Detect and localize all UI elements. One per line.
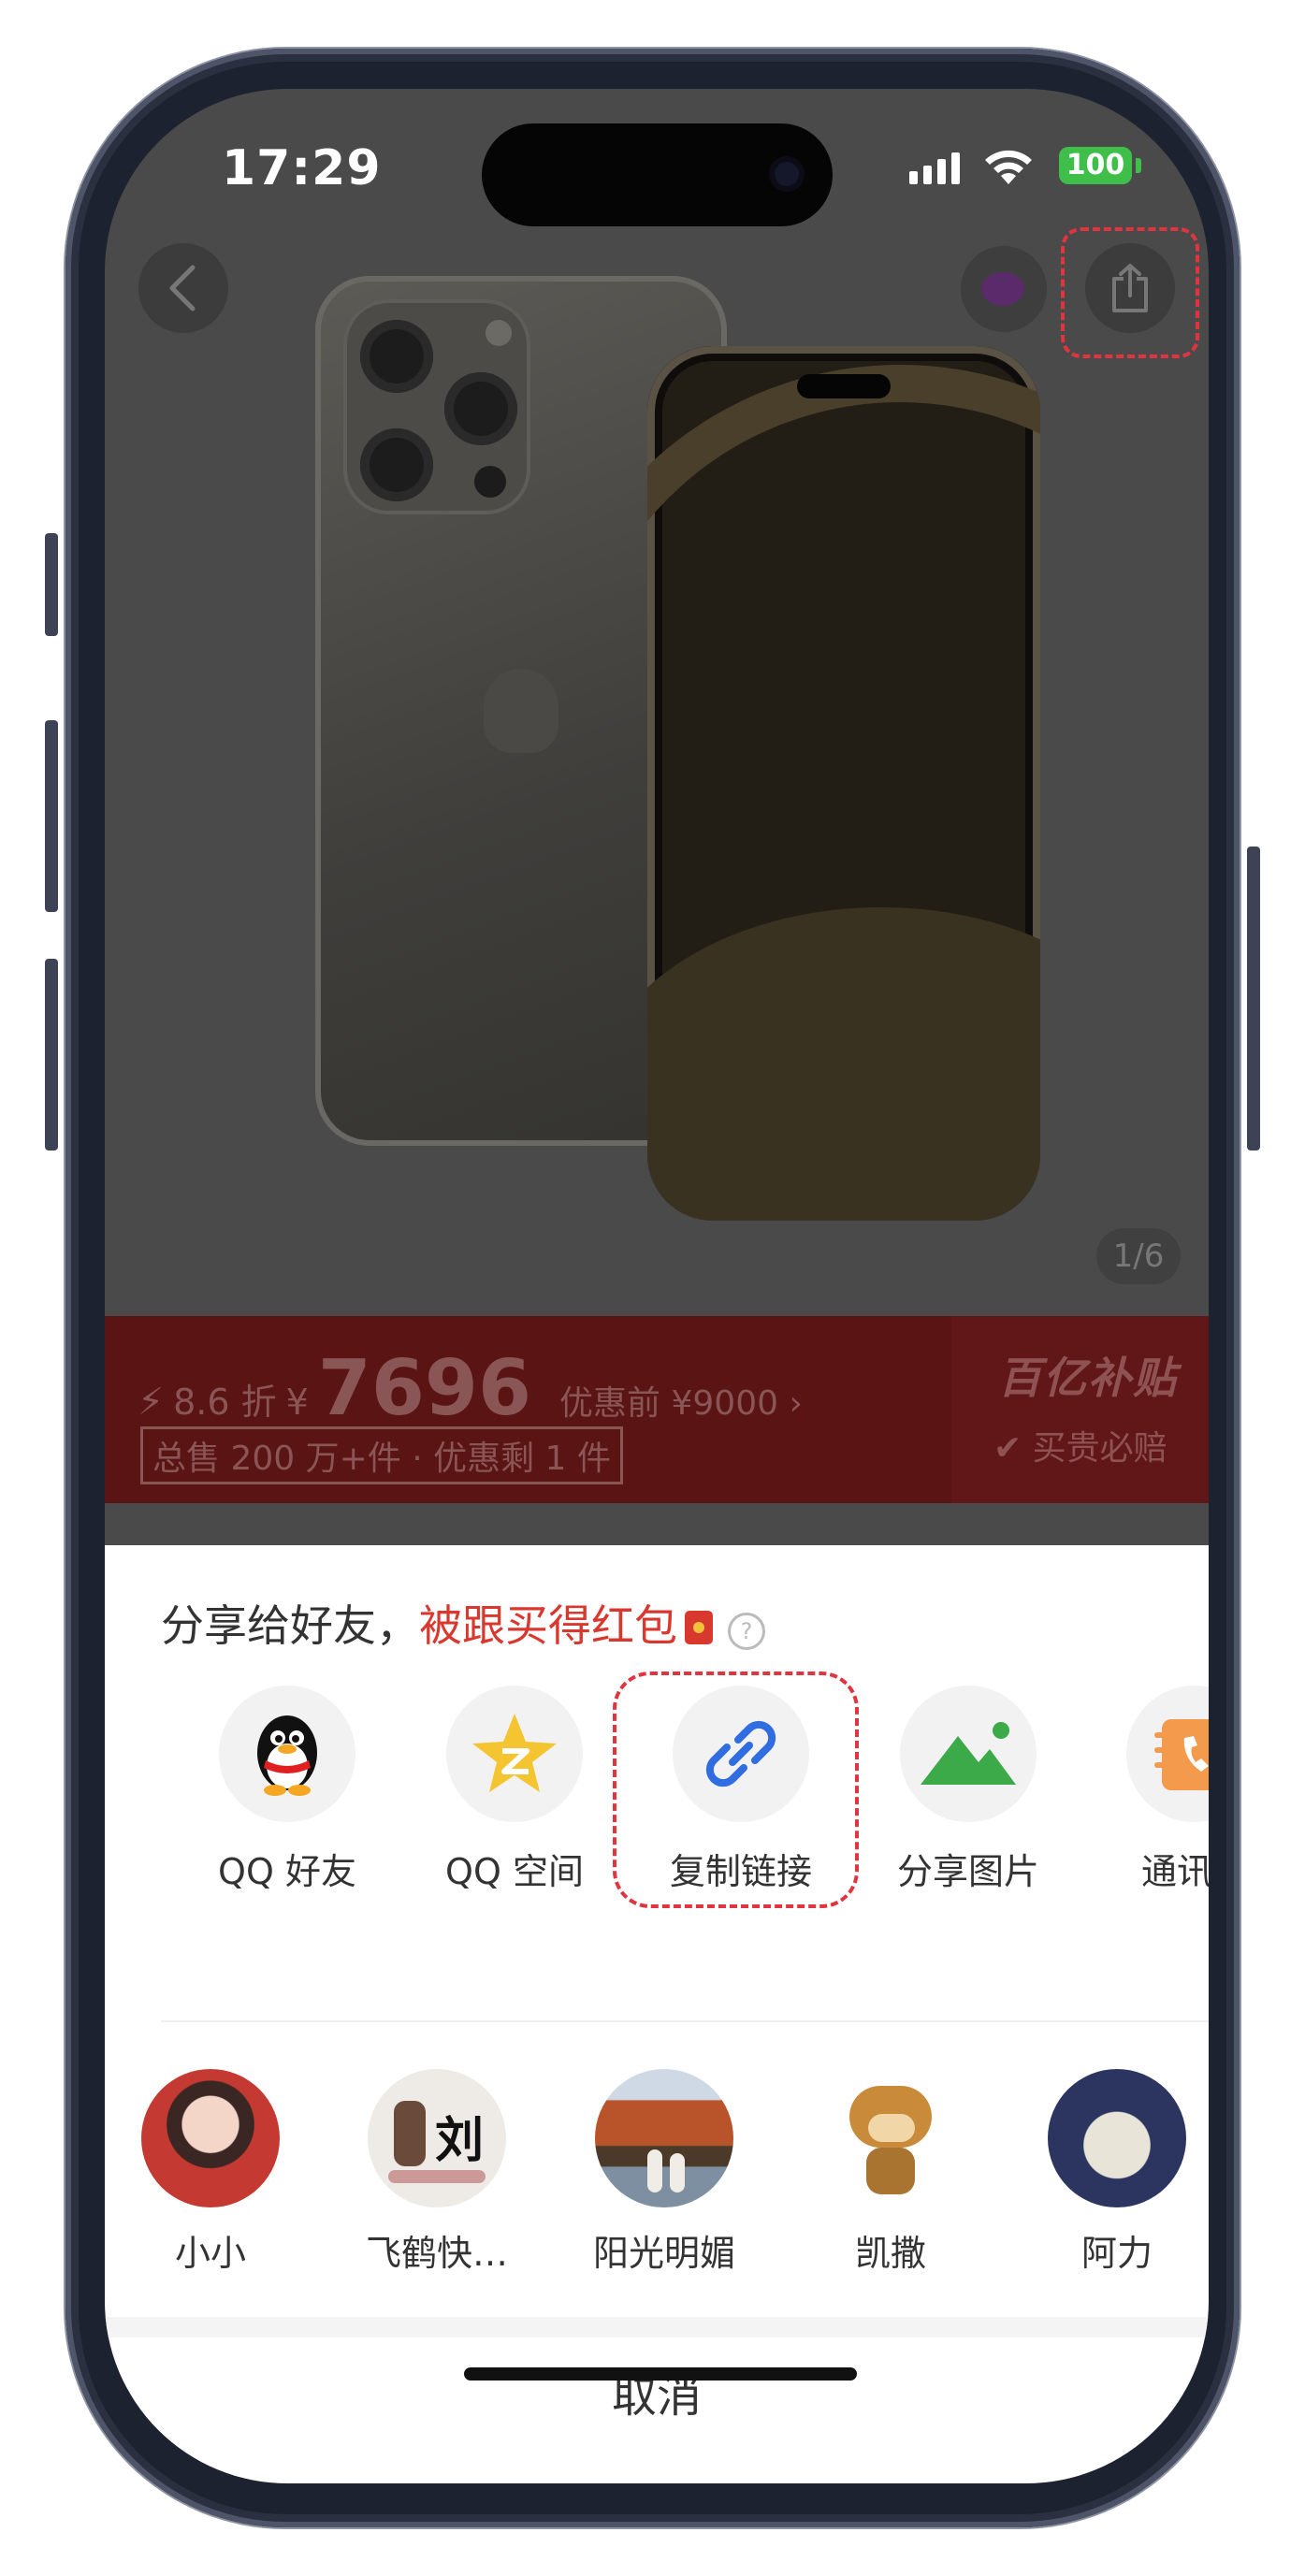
- share-app-label: QQ 空间: [445, 1851, 584, 1892]
- phone-screen: 17:29 100 1/6 ⚡ 8.6 折 ¥ 7696 优惠前 ¥9000 ›…: [105, 89, 1209, 2483]
- share-app-qzone[interactable]: QQ 空间: [402, 1686, 627, 1894]
- share-app-qq-friends[interactable]: QQ 好友: [175, 1686, 399, 1894]
- friend-name: 阳光明媚: [592, 2233, 735, 2274]
- currency-symbol: ¥: [285, 1382, 309, 1423]
- friend-contact[interactable]: 阿力: [1005, 2069, 1209, 2276]
- chevron-left-icon: [169, 265, 196, 311]
- friend-avatar: 刘: [368, 2069, 506, 2207]
- sales-tag: 总售 200 万+件 · 优惠剩 1 件: [140, 1426, 623, 1484]
- battery-indicator: 100: [1059, 147, 1132, 184]
- sheet-separator: [105, 2317, 1209, 2337]
- favorite-button[interactable]: [961, 246, 1047, 332]
- share-app-label: 分享图片: [896, 1851, 1039, 1892]
- friend-name: 飞鹤快…: [365, 2233, 508, 2274]
- status-time: 17:29: [222, 140, 382, 196]
- shield-check-icon: ✔: [993, 1429, 1022, 1468]
- image-mountain-icon: [900, 1686, 1037, 1822]
- friend-avatar: [821, 2069, 960, 2207]
- back-button[interactable]: [138, 243, 228, 333]
- qzone-star-icon: [446, 1686, 583, 1822]
- bolt-icon: ⚡: [138, 1381, 165, 1424]
- help-icon[interactable]: ?: [728, 1613, 765, 1650]
- front-camera-icon: [769, 156, 805, 192]
- apple-logo-icon: [484, 669, 558, 753]
- share-app-label: 通讯录: [1140, 1851, 1209, 1892]
- friend-contact[interactable]: 阳光明媚: [552, 2069, 776, 2276]
- product-image-front: [647, 346, 1040, 1221]
- friend-name: 小小: [174, 2233, 246, 2274]
- power-button: [1247, 847, 1260, 1151]
- dynamic-island: [482, 123, 833, 226]
- price-banner: ⚡ 8.6 折 ¥ 7696 优惠前 ¥9000 › 总售 200 万+件 · …: [105, 1316, 1209, 1503]
- subsidy-brand: 百亿补贴: [998, 1353, 1178, 1403]
- image-page-indicator: 1/6: [1096, 1228, 1181, 1284]
- battery-tip: [1136, 158, 1141, 173]
- friend-avatar: [141, 2069, 280, 2207]
- original-price-link[interactable]: 优惠前 ¥9000 ›: [559, 1376, 803, 1425]
- heart-icon: [981, 272, 1024, 306]
- share-button-highlight: [1061, 227, 1199, 358]
- friend-contact[interactable]: 凯撒: [778, 2069, 1003, 2276]
- camera-module: [343, 299, 530, 514]
- guarantee-label: ✔ 买贵必赔: [993, 1421, 1167, 1469]
- discount-label: 8.6 折: [173, 1382, 277, 1423]
- price-value: 7696: [317, 1344, 532, 1433]
- subsidy-panel: 百亿补贴 ✔ 买贵必赔: [951, 1316, 1209, 1503]
- red-envelope-icon: [685, 1611, 713, 1644]
- recent-friends-row: 小小 刘 飞鹤快… 阳光明媚 凯撒 阿力: [105, 2069, 1209, 2275]
- friend-contact[interactable]: 小小: [105, 2069, 323, 2276]
- home-indicator[interactable]: [464, 2367, 857, 2381]
- guarantee-text: 买贵必赔: [1032, 1429, 1167, 1468]
- friend-contact[interactable]: 刘 飞鹤快…: [325, 2069, 549, 2276]
- cellular-signal-icon: [909, 152, 960, 184]
- share-title-prefix: 分享给好友，: [161, 1600, 419, 1651]
- friend-avatar: [595, 2069, 733, 2207]
- share-title-highlight: 被跟买得红包: [419, 1600, 677, 1651]
- share-sheet: 分享给好友，被跟买得红包? QQ 好友 QQ 空间 复制链接 分享图片 通讯 小…: [105, 1545, 1209, 2483]
- qq-penguin-icon: [219, 1686, 355, 1822]
- wifi-icon: [985, 150, 1032, 184]
- volume-up-button: [45, 720, 58, 912]
- copy-link-highlight: [613, 1672, 859, 1908]
- price-row: ⚡ 8.6 折 ¥ 7696 优惠前 ¥9000 ›: [138, 1344, 803, 1433]
- friend-name: 凯撒: [854, 2233, 926, 2274]
- contacts-icon: [1126, 1686, 1209, 1822]
- friend-name: 阿力: [1080, 2233, 1153, 2274]
- share-sheet-title: 分享给好友，被跟买得红包?: [161, 1592, 765, 1654]
- section-divider: [161, 2020, 1209, 2022]
- action-button: [45, 533, 58, 636]
- share-app-contacts[interactable]: 通讯录: [1082, 1686, 1209, 1894]
- share-app-share-image[interactable]: 分享图片: [856, 1686, 1080, 1894]
- overlay-strip: [105, 1503, 1209, 1545]
- friend-avatar: [1048, 2069, 1186, 2207]
- share-app-label: QQ 好友: [218, 1851, 356, 1892]
- volume-down-button: [45, 959, 58, 1151]
